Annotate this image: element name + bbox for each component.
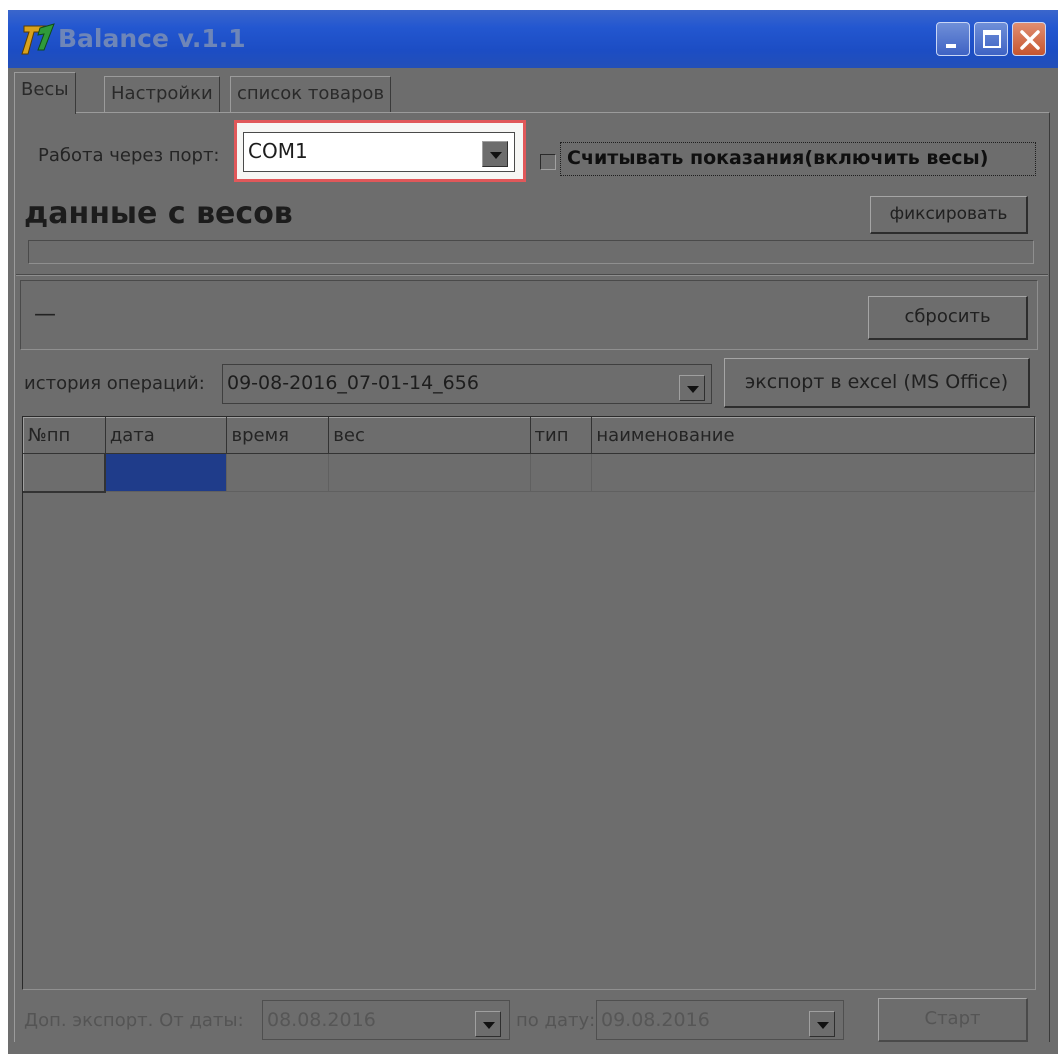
table-cell[interactable] (226, 453, 330, 492)
history-select[interactable]: 09-08-2016_07-01-14_656 (222, 364, 712, 404)
port-label: Работа через порт: (38, 145, 220, 166)
divider (16, 274, 1048, 276)
fix-button-label: фиксировать (889, 204, 1008, 224)
chevron-down-icon[interactable] (482, 141, 508, 167)
export-excel-button-label: экспорт в excel (MS Office) (744, 371, 1009, 393)
table-cell-selected[interactable] (105, 453, 228, 492)
table-cell[interactable] (591, 453, 1035, 492)
start-button[interactable]: Старт (878, 998, 1028, 1042)
title-bar[interactable]: Balance v.1.1 (8, 10, 1058, 68)
minimize-button[interactable] (936, 22, 970, 56)
read-scales-checkbox[interactable] (540, 154, 556, 170)
chevron-down-icon[interactable] (475, 1011, 501, 1037)
column-header-name[interactable]: наименование (591, 417, 1035, 454)
chevron-down-icon[interactable] (679, 375, 705, 401)
history-label: история операций: (24, 373, 205, 394)
table-header-row: №пп дата время вес тип наименование (23, 417, 1035, 454)
extra-export-label: Доп. экспорт. От даты: (24, 1010, 244, 1031)
app-window: Balance v.1.1 Весы Настройки список това… (8, 10, 1058, 1054)
column-header-type[interactable]: тип (529, 417, 593, 454)
row-indicator-cell[interactable] (23, 453, 107, 493)
start-button-label: Старт (924, 1008, 981, 1029)
tab-label: Настройки (111, 83, 213, 104)
read-scales-label-box[interactable]: Считывать показания(включить весы) (560, 142, 1036, 176)
tab-scales[interactable]: Весы (14, 72, 76, 114)
fix-button[interactable]: фиксировать (870, 196, 1028, 234)
from-date-value: 08.08.2016 (267, 1009, 376, 1031)
window-title: Balance v.1.1 (58, 24, 246, 53)
export-excel-button[interactable]: экспорт в excel (MS Office) (724, 358, 1030, 408)
reading-value: — (34, 302, 56, 327)
tab-label: Весы (21, 79, 69, 100)
column-header-time[interactable]: время (226, 417, 330, 454)
to-date-select[interactable]: 09.08.2016 (596, 1000, 844, 1040)
table-row[interactable] (23, 453, 1035, 493)
maximize-icon (983, 30, 1001, 48)
scale-data-field (28, 240, 1034, 264)
chevron-down-icon[interactable] (809, 1011, 835, 1037)
reset-button-label: сбросить (904, 306, 991, 327)
from-date-select[interactable]: 08.08.2016 (262, 1000, 510, 1040)
port-select-value: COM1 (248, 139, 308, 163)
tab-product-list[interactable]: список товаров (230, 76, 392, 112)
app-logo-icon (21, 23, 55, 55)
minimize-icon (946, 44, 956, 48)
column-header-number[interactable]: №пп (23, 417, 106, 454)
table-cell[interactable] (328, 453, 531, 492)
port-select[interactable]: COM1 (243, 132, 515, 172)
column-header-weight[interactable]: вес (328, 417, 531, 454)
to-date-label: по дату: (516, 1010, 596, 1031)
scale-data-heading: данные с весов (24, 196, 293, 231)
tab-label: список товаров (237, 83, 385, 104)
to-date-value: 09.08.2016 (601, 1009, 710, 1031)
close-icon (1020, 30, 1040, 50)
maximize-button[interactable] (974, 22, 1008, 56)
reset-button[interactable]: сбросить (868, 296, 1028, 340)
history-select-value: 09-08-2016_07-01-14_656 (227, 372, 479, 394)
operations-table[interactable]: №пп дата время вес тип наименование (22, 416, 1036, 990)
tab-settings[interactable]: Настройки (104, 76, 220, 112)
table-cell[interactable] (530, 453, 593, 492)
close-button[interactable] (1012, 22, 1046, 56)
column-header-date[interactable]: дата (104, 417, 228, 454)
read-scales-label: Считывать показания(включить весы) (567, 147, 989, 169)
